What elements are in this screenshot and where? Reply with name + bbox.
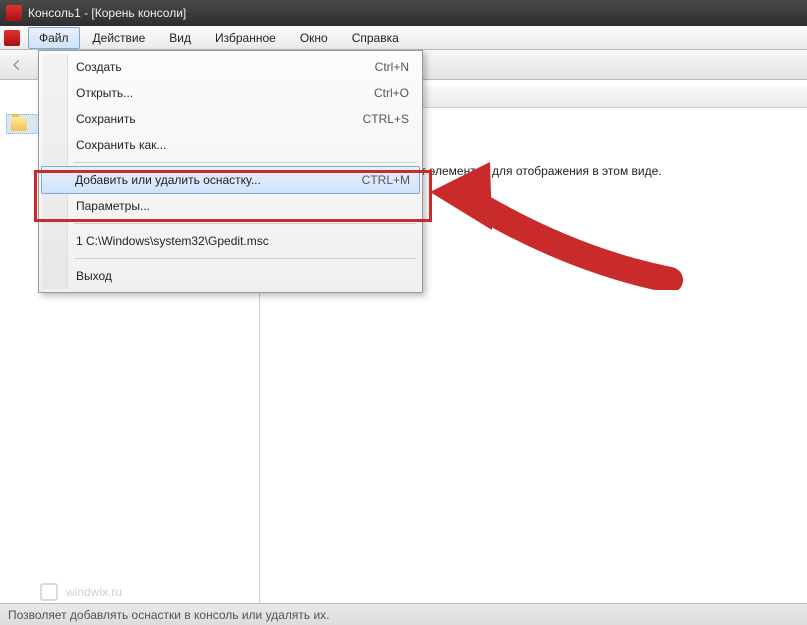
menu-item-shortcut: CTRL+M xyxy=(362,173,410,187)
menu-separator xyxy=(74,223,416,224)
menu-help[interactable]: Справка xyxy=(341,27,410,49)
menu-item-shortcut: Ctrl+N xyxy=(375,60,409,74)
menubar: Файл Действие Вид Избранное Окно Справка xyxy=(0,26,807,50)
titlebar: Консоль1 - [Корень консоли] xyxy=(0,0,807,26)
menu-item-recent-1[interactable]: 1 C:\Windows\system32\Gpedit.msc xyxy=(42,228,419,254)
watermark-logo-icon xyxy=(40,583,58,601)
menu-item-label: Сохранить как... xyxy=(76,138,409,152)
window-title: Консоль1 - [Корень консоли] xyxy=(28,6,186,20)
menu-view[interactable]: Вид xyxy=(158,27,202,49)
app-icon-small xyxy=(4,30,20,46)
menu-item-save-as[interactable]: Сохранить как... xyxy=(42,132,419,158)
menu-item-shortcut: Ctrl+O xyxy=(374,86,409,100)
menu-item-exit[interactable]: Выход xyxy=(42,263,419,289)
statusbar: Позволяет добавлять оснастки в консоль и… xyxy=(0,603,807,625)
app-icon xyxy=(6,5,22,21)
menu-favorites[interactable]: Избранное xyxy=(204,27,287,49)
file-menu-dropdown: Создать Ctrl+N Открыть... Ctrl+O Сохрани… xyxy=(38,50,423,293)
menu-item-open[interactable]: Открыть... Ctrl+O xyxy=(42,80,419,106)
watermark: windwix.ru xyxy=(40,583,122,601)
menu-item-label: Сохранить xyxy=(76,112,351,126)
folder-icon xyxy=(11,117,27,131)
menu-action[interactable]: Действие xyxy=(82,27,157,49)
status-text: Позволяет добавлять оснастки в консоль и… xyxy=(8,608,329,622)
menu-file[interactable]: Файл xyxy=(28,27,80,49)
menu-item-save[interactable]: Сохранить CTRL+S xyxy=(42,106,419,132)
menu-item-add-remove-snapin[interactable]: Добавить или удалить оснастку... CTRL+M xyxy=(41,166,420,194)
menu-item-label: Открыть... xyxy=(76,86,362,100)
menu-item-label: 1 C:\Windows\system32\Gpedit.msc xyxy=(76,234,409,248)
menu-separator xyxy=(74,258,416,259)
menu-separator xyxy=(74,162,416,163)
menu-item-label: Параметры... xyxy=(76,199,409,213)
watermark-text: windwix.ru xyxy=(66,585,122,599)
menu-item-label: Выход xyxy=(76,269,409,283)
menu-item-shortcut: CTRL+S xyxy=(363,112,409,126)
menu-window[interactable]: Окно xyxy=(289,27,339,49)
menu-item-label: Добавить или удалить оснастку... xyxy=(75,173,350,187)
menu-item-options[interactable]: Параметры... xyxy=(42,193,419,219)
back-icon[interactable] xyxy=(6,54,28,76)
menu-item-label: Создать xyxy=(76,60,363,74)
menu-item-new[interactable]: Создать Ctrl+N xyxy=(42,54,419,80)
